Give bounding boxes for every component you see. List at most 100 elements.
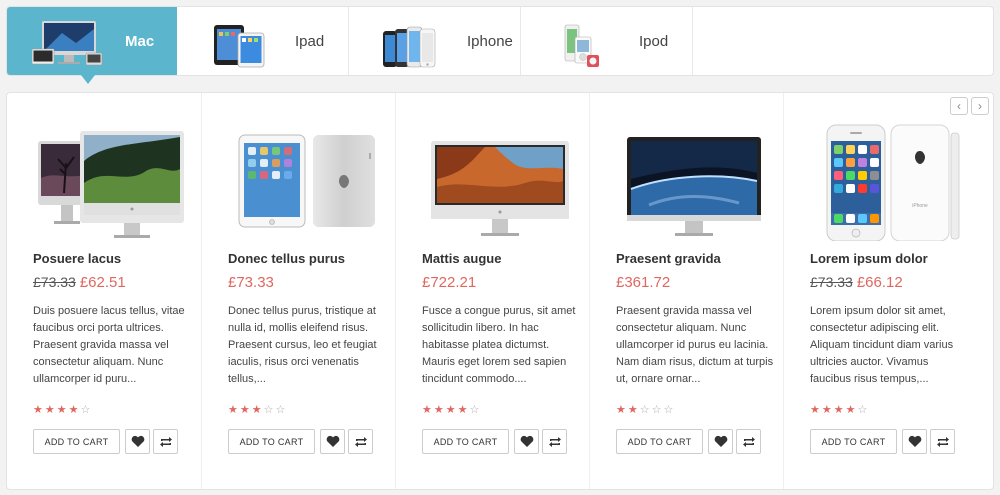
product-actions: ADD TO CART xyxy=(616,429,761,454)
star-filled-icon: ★ xyxy=(821,404,832,416)
tab-label: Mac xyxy=(125,32,155,50)
svg-text:iPhone: iPhone xyxy=(912,203,928,209)
tab-mac[interactable]: Mac xyxy=(7,7,177,84)
product-actions: ADD TO CART xyxy=(228,429,373,454)
sale-price: £73.33 xyxy=(228,274,274,291)
compare-button[interactable] xyxy=(930,429,955,454)
prev-button[interactable]: ‹ xyxy=(950,97,968,115)
iphone-icon xyxy=(371,13,451,69)
star-filled-icon: ★ xyxy=(845,404,856,416)
product-name[interactable]: Posuere lacus xyxy=(33,251,121,266)
heart-icon xyxy=(908,435,921,447)
imac-icon xyxy=(29,13,109,69)
wishlist-button[interactable] xyxy=(320,429,345,454)
star-empty-icon: ☆ xyxy=(275,404,286,416)
star-filled-icon: ★ xyxy=(422,404,432,416)
chevron-right-icon: › xyxy=(978,99,982,113)
tab-label: Ipod xyxy=(639,32,669,50)
product-description: Duis posuere lacus tellus, vitae faucibu… xyxy=(33,305,185,385)
star-filled-icon: ★ xyxy=(251,404,262,416)
product-price: £73.33 £62.51 xyxy=(33,274,126,291)
rating-stars: ★ ★ ★ ★ ☆ xyxy=(810,403,867,416)
heart-icon xyxy=(520,435,533,447)
add-to-cart-button[interactable]: ADD TO CART xyxy=(33,429,120,454)
category-tabs: Mac Ipad Iphone Ipod xyxy=(6,6,994,84)
star-filled-icon: ★ xyxy=(433,404,444,416)
product-price: £73.33 £66.12 xyxy=(810,274,903,291)
product-card: Praesent gravida £361.72 Praesent gravid… xyxy=(589,93,783,489)
next-button[interactable]: › xyxy=(971,97,989,115)
chevron-left-icon: ‹ xyxy=(957,99,961,113)
tab-iphone[interactable]: Iphone xyxy=(349,7,521,75)
wishlist-button[interactable] xyxy=(125,429,150,454)
star-filled-icon: ★ xyxy=(833,404,844,416)
compare-button[interactable] xyxy=(736,429,761,454)
compare-icon xyxy=(742,436,755,447)
compare-button[interactable] xyxy=(348,429,373,454)
compare-button[interactable] xyxy=(542,429,567,454)
product-description: Praesent gravida massa vel consectetur a… xyxy=(616,305,774,385)
star-empty-icon: ☆ xyxy=(469,404,480,416)
star-empty-icon: ☆ xyxy=(263,404,274,416)
compare-icon xyxy=(936,436,949,447)
star-empty-icon: ☆ xyxy=(663,404,674,416)
sale-price: £62.51 xyxy=(79,274,126,291)
product-name[interactable]: Lorem ipsum dolor xyxy=(810,251,928,266)
star-empty-icon: ☆ xyxy=(651,404,662,416)
compare-button[interactable] xyxy=(153,429,178,454)
product-description: Donec tellus purus, tristique at nulla i… xyxy=(228,305,377,385)
tab-label: Iphone xyxy=(467,32,513,50)
product-actions: ADD TO CART xyxy=(422,429,567,454)
product-carousel: Posuere lacus £73.33 £62.51 Duis posuere … xyxy=(6,92,994,490)
add-to-cart-button[interactable]: ADD TO CART xyxy=(422,429,509,454)
product-actions: ADD TO CART xyxy=(810,429,955,454)
cinema-display-image[interactable] xyxy=(616,121,772,243)
compare-icon xyxy=(548,436,561,447)
heart-icon xyxy=(131,435,144,447)
star-filled-icon: ★ xyxy=(44,404,55,416)
rating-stars: ★ ★ ☆ ☆ ☆ xyxy=(616,403,673,416)
tab-label: Ipad xyxy=(295,32,325,50)
product-card: iPhone Lorem ipsum dolor £73.33 £66.12 Lo… xyxy=(783,93,977,489)
rating-stars: ★ ★ ★ ★ ☆ xyxy=(422,403,479,416)
product-card: Donec tellus purus £73.33 Donec tellus p… xyxy=(201,93,395,489)
iphone-5c-image[interactable]: iPhone xyxy=(810,121,966,243)
add-to-cart-button[interactable]: ADD TO CART xyxy=(810,429,897,454)
sale-price: £66.12 xyxy=(856,274,903,291)
old-price: £73.33 xyxy=(810,274,853,290)
imac-pair-image[interactable] xyxy=(33,121,189,243)
product-card: Mattis augue £722.21 Fusce a congue puru… xyxy=(395,93,589,489)
compare-icon xyxy=(354,436,367,447)
product-name[interactable]: Mattis augue xyxy=(422,251,501,266)
heart-icon xyxy=(326,435,339,447)
star-filled-icon: ★ xyxy=(627,404,638,416)
star-empty-icon: ☆ xyxy=(639,404,650,416)
add-to-cart-button[interactable]: ADD TO CART xyxy=(228,429,315,454)
star-filled-icon: ★ xyxy=(239,404,250,416)
ipad-image[interactable] xyxy=(228,121,384,243)
star-empty-icon: ☆ xyxy=(80,404,91,416)
rating-stars: ★ ★ ★ ★ ☆ xyxy=(33,403,90,416)
imac-image[interactable] xyxy=(422,121,578,243)
star-empty-icon: ☆ xyxy=(857,404,868,416)
tab-ipod[interactable]: Ipod xyxy=(521,7,693,75)
star-filled-icon: ★ xyxy=(616,404,626,416)
product-name[interactable]: Praesent gravida xyxy=(616,251,721,266)
star-filled-icon: ★ xyxy=(445,404,456,416)
star-filled-icon: ★ xyxy=(810,404,820,416)
wishlist-button[interactable] xyxy=(902,429,927,454)
star-filled-icon: ★ xyxy=(56,404,67,416)
product-description: Lorem ipsum dolor sit amet, consectetur … xyxy=(810,305,954,385)
star-filled-icon: ★ xyxy=(68,404,79,416)
wishlist-button[interactable] xyxy=(514,429,539,454)
old-price: £73.33 xyxy=(33,274,76,290)
product-name[interactable]: Donec tellus purus xyxy=(228,251,345,266)
tab-ipad[interactable]: Ipad xyxy=(177,7,349,75)
carousel-nav: ‹ › xyxy=(950,97,989,115)
product-price: £361.72 xyxy=(616,274,670,291)
product-list: Posuere lacus £73.33 £62.51 Duis posuere … xyxy=(7,93,977,489)
add-to-cart-button[interactable]: ADD TO CART xyxy=(616,429,703,454)
rating-stars: ★ ★ ★ ☆ ☆ xyxy=(228,403,285,416)
product-description: Fusce a congue purus, sit amet sollicitu… xyxy=(422,305,576,385)
wishlist-button[interactable] xyxy=(708,429,733,454)
